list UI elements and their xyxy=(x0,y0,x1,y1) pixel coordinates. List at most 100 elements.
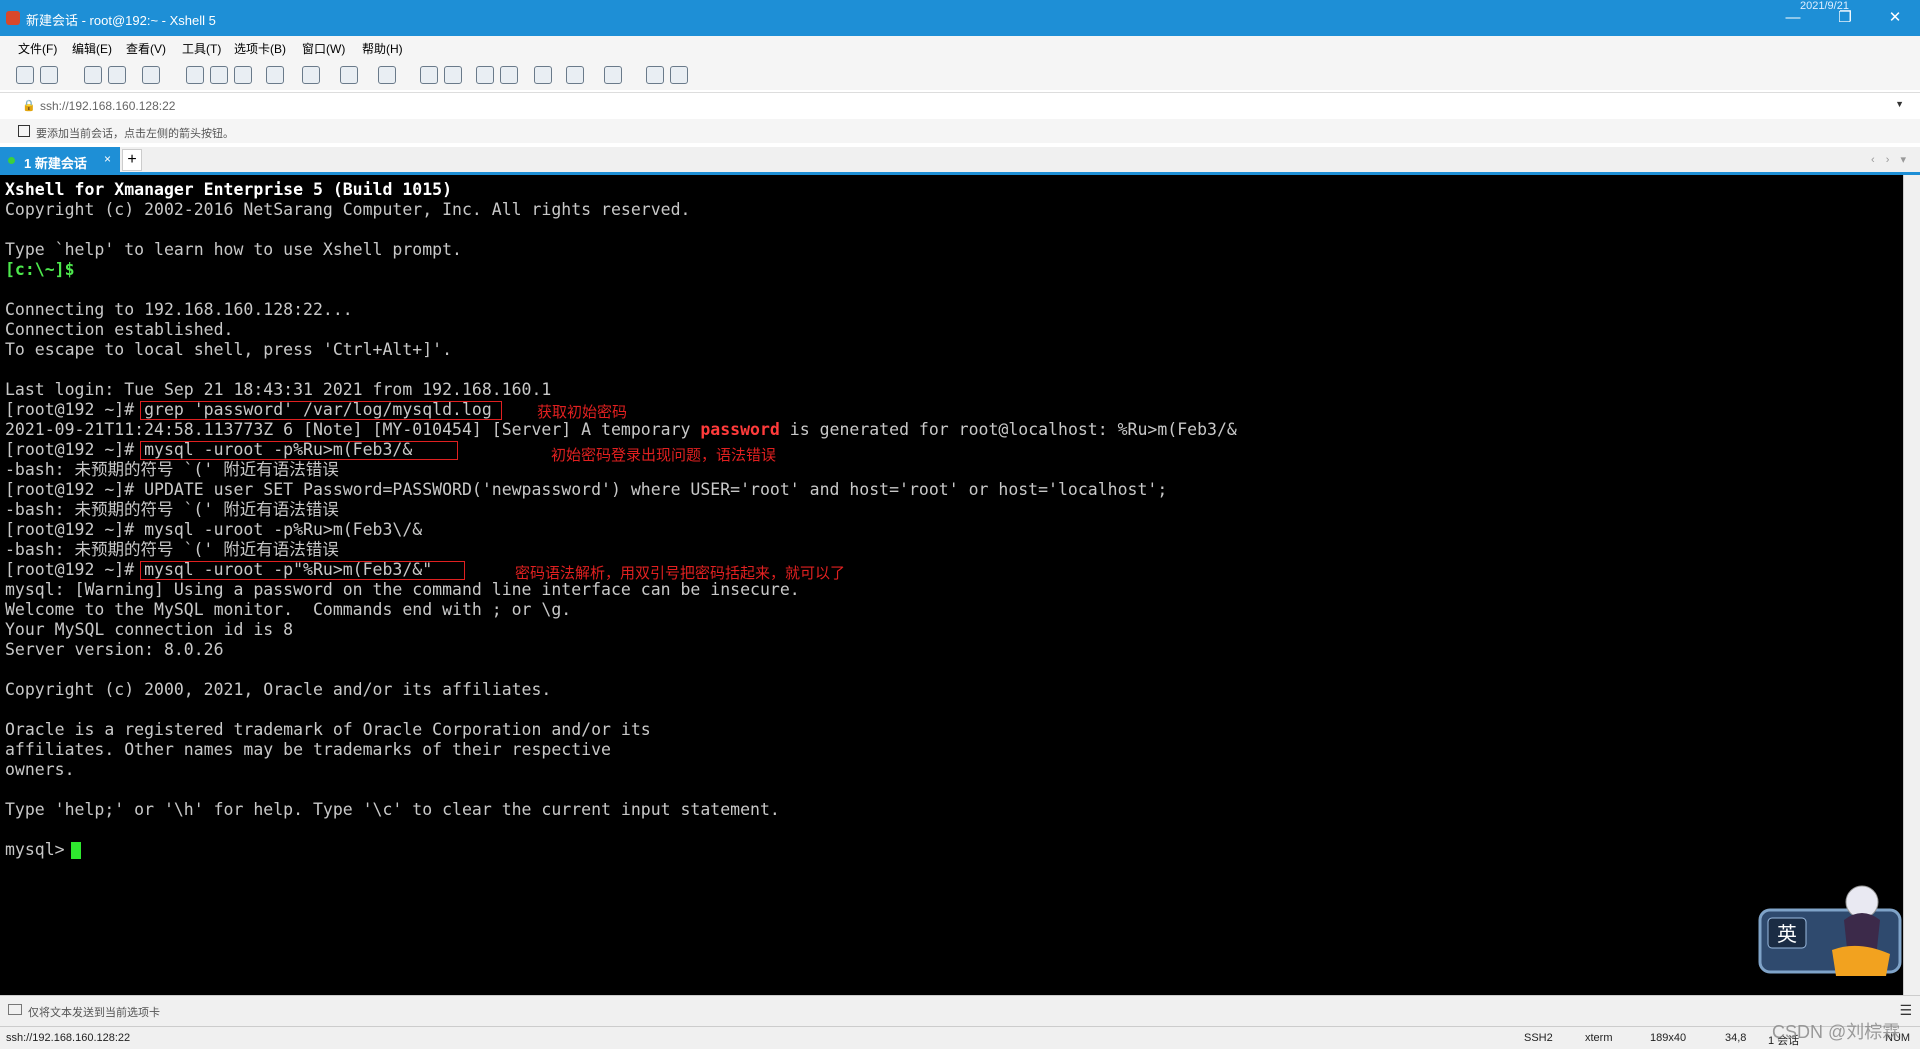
globe-icon[interactable] xyxy=(340,66,358,84)
terminal-cursor xyxy=(70,842,81,859)
status-bar: ssh://192.168.160.128:22 SSH2 xterm 189x… xyxy=(0,1026,1920,1049)
keyboard-icon[interactable] xyxy=(534,66,552,84)
terminal-line: Welcome to the MySQL monitor. Commands e… xyxy=(5,600,572,619)
fullscreen-icon[interactable] xyxy=(476,66,494,84)
menu-lines-icon[interactable]: ☰ xyxy=(1899,1002,1912,1019)
print-icon[interactable] xyxy=(266,66,284,84)
terminal-line: [root@192 ~]# mysql -uroot -p%Ru>m(Feb3\… xyxy=(5,520,423,539)
xftp-icon[interactable] xyxy=(420,66,438,84)
annotation-box-login-ok xyxy=(140,561,465,580)
terminal-line: Copyright (c) 2002-2016 NetSarang Comput… xyxy=(5,200,691,219)
status-url: ssh://192.168.160.128:22 xyxy=(6,1032,131,1044)
add-session-arrow-icon[interactable] xyxy=(18,125,30,137)
annotation-get-password: 获取初始密码 xyxy=(537,403,628,421)
annotation-quote-fix: 密码语法解析，用双引号把密码括起来，就可以了 xyxy=(515,564,846,582)
properties-icon[interactable] xyxy=(142,66,160,84)
terminal-line: -bash: 未预期的符号 `(' 附近有语法错误 xyxy=(5,460,339,479)
log-line-keyword: password xyxy=(700,420,780,439)
font-icon[interactable] xyxy=(378,66,396,84)
terminal-line: Connection established. xyxy=(5,320,234,339)
layout-icon[interactable] xyxy=(604,66,622,84)
tab-new-session[interactable]: 1 新建会话 × xyxy=(0,147,120,173)
terminal-line: Server version: 8.0.26 xyxy=(5,640,224,659)
terminal-line: Connecting to 192.168.160.128:22... xyxy=(5,300,353,319)
address-bar[interactable]: 🔒 ssh://192.168.160.128:22 ▼ xyxy=(0,92,1920,120)
menu-bar: 文件(F) 编辑(E) 查看(V) 工具(T) 选项卡(B) 窗口(W) 帮助(… xyxy=(0,36,1920,60)
copy-icon[interactable] xyxy=(186,66,204,84)
terminal-line: Last login: Tue Sep 21 18:43:31 2021 fro… xyxy=(5,380,552,399)
lock-icon[interactable] xyxy=(500,66,518,84)
restore-button[interactable]: ❐ xyxy=(1822,6,1868,30)
terminal-line: owners. xyxy=(5,760,75,779)
chat-icon[interactable] xyxy=(670,66,688,84)
terminal-line: Type 'help;' or '\h' for help. Type '\c'… xyxy=(5,800,780,819)
add-tab-button[interactable]: + xyxy=(122,149,142,171)
menu-window[interactable]: 窗口(W) xyxy=(302,40,345,57)
mysql-prompt-line[interactable]: mysql> xyxy=(5,840,81,860)
compose-bar[interactable]: 仅将文本发送到当前选项卡 ☰ xyxy=(0,995,1920,1026)
hint-bar: 要添加当前会话，点击左侧的箭头按钮。 xyxy=(0,119,1920,143)
tab-nav-arrows[interactable]: ‹ › ▾ xyxy=(1871,153,1910,166)
tab-bar: 1 新建会话 × + ‹ › ▾ xyxy=(0,147,1920,173)
annotation-box-grep xyxy=(140,401,502,420)
status-cursor-pos: 34,8 xyxy=(1725,1032,1747,1044)
menu-tabs[interactable]: 选项卡(B) xyxy=(234,40,286,57)
mysql-prompt: mysql> xyxy=(5,840,65,859)
disconnect-icon[interactable] xyxy=(108,66,126,84)
log-line-before: 2021-09-21T11:24:58.113773Z 6 [Note] [MY… xyxy=(5,420,701,439)
terminal-area[interactable]: Xshell for Xmanager Enterprise 5 (Build … xyxy=(0,175,1903,995)
hint-text: 要添加当前会话，点击左侧的箭头按钮。 xyxy=(36,128,234,140)
terminal-scrollbar[interactable] xyxy=(1903,175,1920,995)
paste-icon[interactable] xyxy=(210,66,228,84)
address-url[interactable]: ssh://192.168.160.128:22 xyxy=(40,99,175,113)
local-prompt: [c:\~]$ xyxy=(5,260,75,279)
terminal-line: Your MySQL connection id is 8 xyxy=(5,620,294,639)
terminal-line: Oracle is a registered trademark of Orac… xyxy=(5,720,651,739)
terminal-line: Copyright (c) 2000, 2021, Oracle and/or … xyxy=(5,680,552,699)
mascot-widget[interactable]: 英 xyxy=(1758,880,1903,990)
status-protocol: SSH2 xyxy=(1524,1032,1553,1044)
send-bar-text: 仅将文本发送到当前选项卡 xyxy=(28,1007,160,1019)
status-size: 189x40 xyxy=(1650,1032,1687,1044)
reconnect-icon[interactable] xyxy=(84,66,102,84)
terminal-line: mysql: [Warning] Using a password on the… xyxy=(5,580,800,599)
add-tab-icon[interactable] xyxy=(566,66,584,84)
xmanager-icon[interactable] xyxy=(444,66,462,84)
xshell-app-icon xyxy=(6,11,20,25)
menu-view[interactable]: 查看(V) xyxy=(126,40,166,57)
find-icon[interactable] xyxy=(234,66,252,84)
menu-file[interactable]: 文件(F) xyxy=(18,40,57,57)
terminal-line: Type `help' to learn how to use Xshell p… xyxy=(5,240,462,259)
terminal-line: -bash: 未预期的符号 `(' 附近有语法错误 xyxy=(5,500,339,519)
close-button[interactable]: ✕ xyxy=(1872,6,1918,30)
connected-status-icon xyxy=(8,157,15,164)
menu-tools[interactable]: 工具(T) xyxy=(182,40,221,57)
minimize-button[interactable]: — xyxy=(1770,6,1816,30)
status-term: xterm xyxy=(1585,1032,1613,1044)
terminal-line: [root@192 ~]# UPDATE user SET Password=P… xyxy=(5,480,1168,499)
csdn-watermark: CSDN @刘棕霖 xyxy=(1772,1022,1901,1042)
tab-label: 1 新建会话 xyxy=(24,156,87,171)
toolbar xyxy=(0,60,1920,90)
annotation-box-login-fail xyxy=(140,441,458,460)
log-line: 2021-09-21T11:24:58.113773Z 6 [Note] [MY… xyxy=(5,420,1237,440)
menu-edit[interactable]: 编辑(E) xyxy=(72,40,112,57)
terminal-line: To escape to local shell, press 'Ctrl+Al… xyxy=(5,340,453,359)
transfer-icon[interactable] xyxy=(302,66,320,84)
new-session-icon[interactable] xyxy=(16,66,34,84)
annotation-syntax-error: 初始密码登录出现问题，语法错误 xyxy=(551,446,777,464)
address-lock-icon: 🔒 xyxy=(22,100,36,112)
help-icon[interactable] xyxy=(646,66,664,84)
menu-help[interactable]: 帮助(H) xyxy=(362,40,403,57)
mascot-glyph: 英 xyxy=(1777,922,1797,946)
title-bar: 新建会话 - root@192:~ - Xshell 5 2021/9/21 —… xyxy=(0,0,1920,36)
terminal-line: -bash: 未预期的符号 `(' 附近有语法错误 xyxy=(5,540,339,559)
send-bar-icon[interactable] xyxy=(8,1004,22,1015)
window-title: 新建会话 - root@192:~ - Xshell 5 xyxy=(26,13,216,28)
terminal-line: Xshell for Xmanager Enterprise 5 (Build … xyxy=(5,180,453,199)
log-line-after: is generated for root@localhost: %Ru>m(F… xyxy=(779,420,1237,439)
open-folder-icon[interactable] xyxy=(40,66,58,84)
address-dropdown-icon[interactable]: ▼ xyxy=(1895,99,1904,109)
tab-close-icon[interactable]: × xyxy=(104,152,111,166)
terminal-line: affiliates. Other names may be trademark… xyxy=(5,740,611,759)
